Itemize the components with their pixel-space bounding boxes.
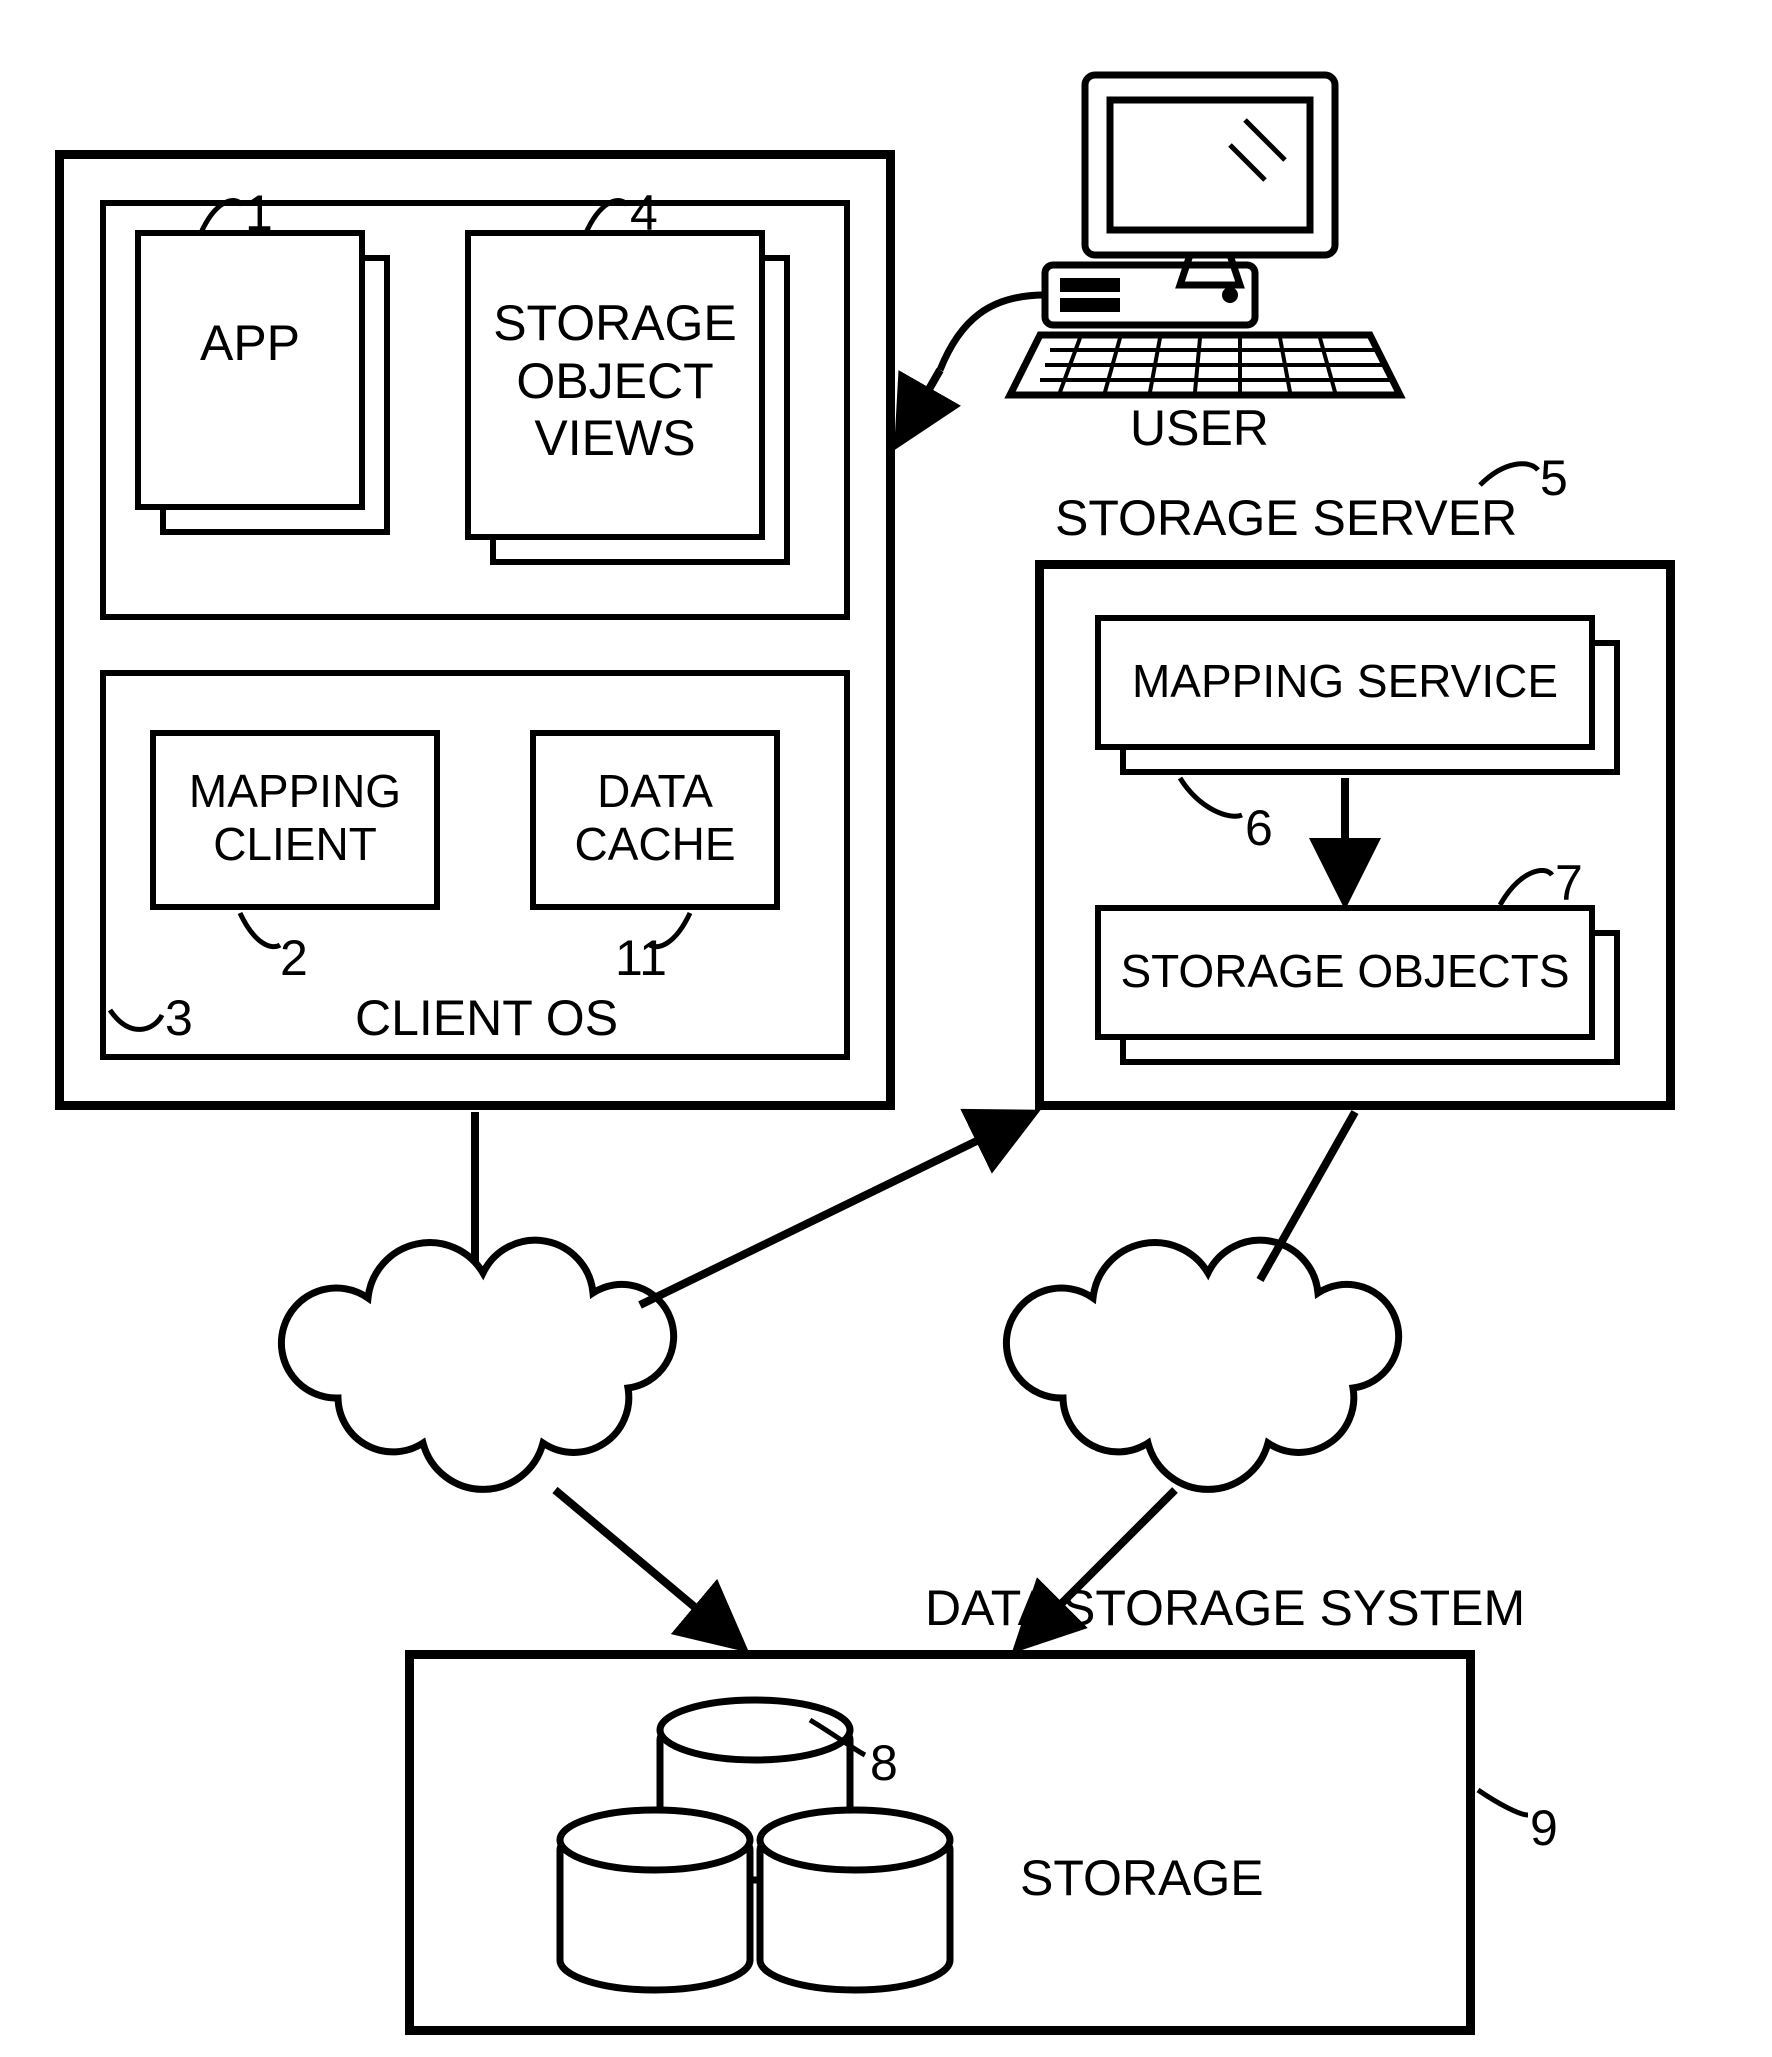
mapping-client-label: MAPPING CLIENT bbox=[150, 765, 440, 871]
data-storage-system-box bbox=[405, 1650, 1475, 2035]
client-os-label: CLIENT OS bbox=[355, 990, 618, 1048]
ref-11: 11 bbox=[615, 930, 667, 988]
ref-9: 9 bbox=[1530, 1800, 1558, 1858]
user-label: USER bbox=[1130, 400, 1269, 458]
ref-1: 1 bbox=[245, 185, 273, 243]
network-cloud-right-icon bbox=[1006, 1240, 1398, 1489]
diagram-stage: APP STORAGE OBJECT VIEWS CLIENT OS MAPPI… bbox=[0, 0, 1772, 2057]
network-right-label: NETWORK bbox=[1115, 1375, 1350, 1428]
ref-4: 4 bbox=[630, 185, 658, 243]
app-label: APP bbox=[135, 315, 365, 373]
ref-3: 3 bbox=[165, 990, 193, 1048]
mapping-service-label: MAPPING SERVICE bbox=[1095, 655, 1595, 708]
network-cloud-left-icon bbox=[281, 1240, 673, 1489]
ref-5: 5 bbox=[1540, 450, 1568, 508]
storage-server-label: STORAGE SERVER bbox=[1055, 490, 1517, 548]
ref-7: 7 bbox=[1555, 855, 1583, 913]
ref-2: 2 bbox=[280, 930, 308, 988]
user-computer-icon bbox=[940, 75, 1400, 395]
data-storage-system-label: DATA STORAGE SYSTEM bbox=[925, 1580, 1525, 1638]
ref-6: 6 bbox=[1245, 800, 1273, 858]
data-cache-label: DATA CACHE bbox=[530, 765, 780, 871]
network-left-label: NETWORK bbox=[390, 1375, 625, 1428]
storage-objects-label: STORAGE OBJECTS bbox=[1095, 945, 1595, 998]
storage-object-views-label: STORAGE OBJECT VIEWS bbox=[465, 295, 765, 468]
storage-label: STORAGE bbox=[1020, 1850, 1264, 1908]
ref-8: 8 bbox=[870, 1735, 898, 1793]
